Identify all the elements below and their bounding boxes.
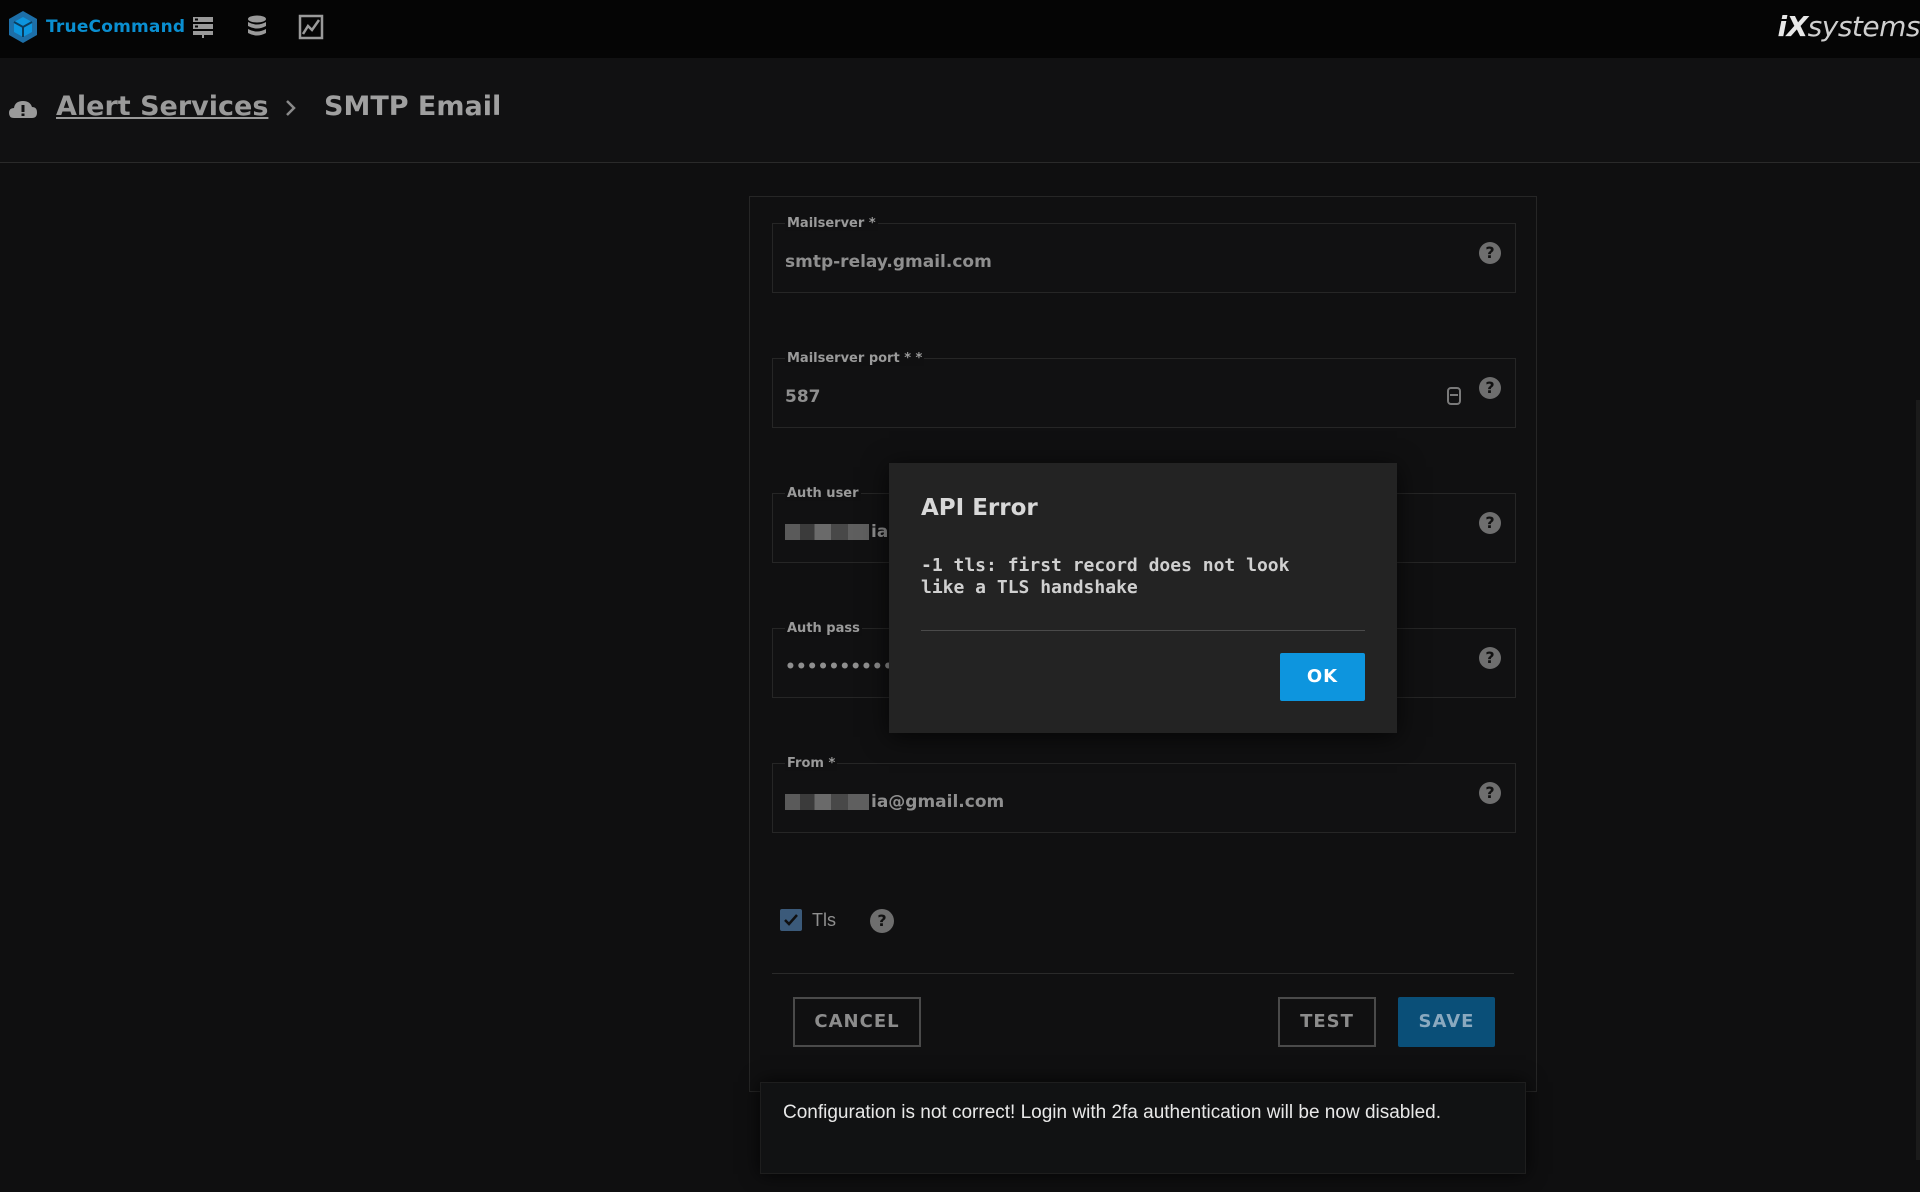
app-name: TrueCommand (46, 17, 186, 37)
field-label: Auth user (785, 486, 861, 501)
from-field[interactable]: From * ia@gmail.com ? (772, 756, 1516, 833)
toast-message: Configuration is not correct! Login with… (783, 1102, 1441, 1123)
ok-button[interactable]: OK (1280, 653, 1365, 701)
redacted-block (785, 524, 869, 540)
divider (772, 973, 1514, 974)
app-logo[interactable]: TrueCommand (6, 10, 185, 44)
field-label: Auth pass (785, 621, 862, 636)
top-bar: TrueCommand iXsystems (0, 0, 1920, 58)
reports-icon[interactable] (298, 14, 324, 40)
alert-icon (9, 101, 37, 118)
dialog-title: API Error (921, 495, 1038, 521)
api-error-dialog: API Error -1 tls: first record does not … (889, 463, 1397, 733)
auth-pass-input[interactable]: •••••••••• (785, 657, 894, 677)
mailserver-port-input[interactable]: 587 (785, 387, 821, 407)
breadcrumb-alert-services[interactable]: Alert Services (56, 91, 268, 122)
help-icon[interactable]: ? (870, 909, 894, 933)
help-icon[interactable]: ? (1479, 242, 1501, 264)
tls-checkbox[interactable] (780, 909, 802, 931)
page-title: SMTP Email (324, 91, 502, 122)
cancel-button[interactable]: CANCEL (793, 997, 921, 1047)
mailserver-field[interactable]: Mailserver * smtp-relay.gmail.com ? (772, 216, 1516, 293)
auth-user-input[interactable]: ia (785, 522, 888, 542)
save-button[interactable]: SAVE (1398, 997, 1495, 1047)
test-button[interactable]: TEST (1278, 997, 1376, 1047)
ixsystems-logo: iXsystems (1777, 10, 1920, 43)
mailserver-port-field[interactable]: Mailserver port * * 587 ? (772, 351, 1516, 428)
systems-icon[interactable] (190, 14, 216, 40)
dialog-message: -1 tls: first record does not look like … (921, 555, 1290, 598)
field-label: From * (785, 756, 838, 771)
help-icon[interactable]: ? (1479, 647, 1501, 669)
truecommand-logo-icon (9, 11, 37, 43)
mailserver-input[interactable]: smtp-relay.gmail.com (785, 252, 992, 272)
dialog-divider (921, 630, 1365, 631)
number-stepper-icon[interactable] (1447, 387, 1461, 405)
help-icon[interactable]: ? (1479, 377, 1501, 399)
field-label: Mailserver port * * (785, 351, 925, 366)
notification-toast: Configuration is not correct! Login with… (760, 1082, 1526, 1174)
help-icon[interactable]: ? (1479, 782, 1501, 804)
from-input[interactable]: ia@gmail.com (785, 792, 1004, 812)
page-header: Alert Services SMTP Email (0, 58, 1920, 163)
checkmark-icon (784, 914, 798, 926)
scrollbar[interactable] (1916, 400, 1920, 1160)
help-icon[interactable]: ? (1479, 512, 1501, 534)
field-label: Mailserver * (785, 216, 878, 231)
chevron-right-icon (286, 100, 296, 116)
database-icon[interactable] (244, 14, 270, 40)
redacted-block (785, 794, 869, 810)
tls-label: Tls (812, 910, 836, 930)
